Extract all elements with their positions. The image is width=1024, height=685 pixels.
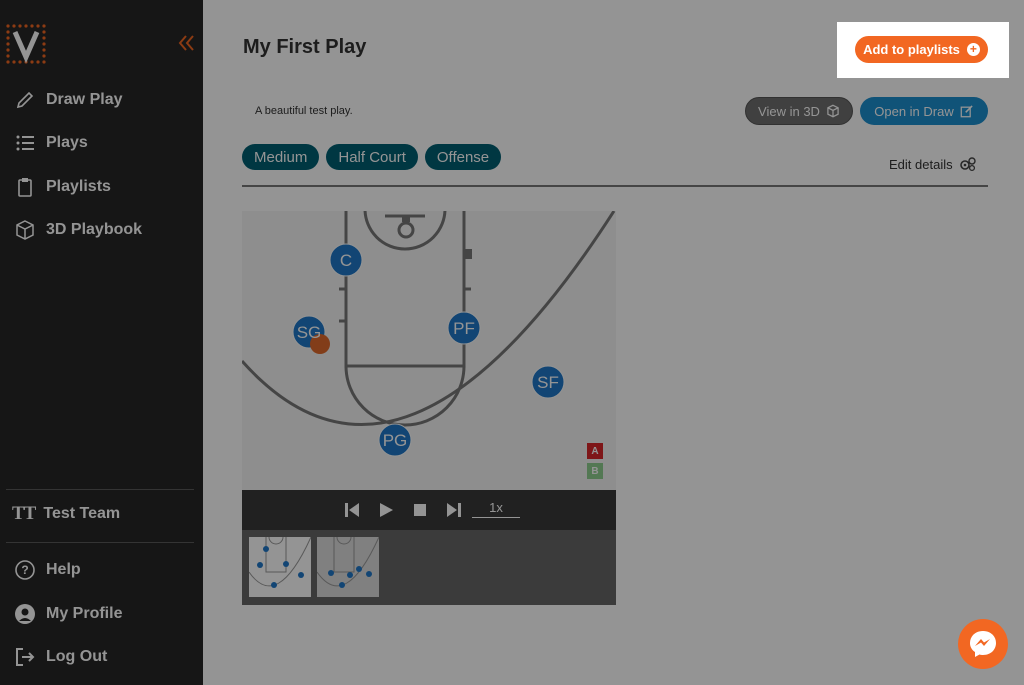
frame-preview bbox=[316, 535, 380, 588]
sidebar-divider bbox=[6, 489, 194, 490]
toggle-b[interactable]: B bbox=[587, 463, 603, 479]
team-switcher[interactable]: TT Test Team bbox=[12, 503, 120, 525]
edit-details-link[interactable]: Edit details bbox=[889, 156, 977, 172]
play-description: A beautiful test play. bbox=[255, 105, 353, 117]
team-initials: TT bbox=[12, 503, 36, 524]
playback-speed[interactable]: 1x bbox=[472, 500, 520, 518]
collapse-sidebar-icon[interactable] bbox=[176, 32, 198, 54]
player-label: SF bbox=[537, 373, 559, 392]
nav-plays[interactable]: Plays bbox=[14, 130, 88, 156]
player-label: PF bbox=[453, 319, 475, 338]
nav-3d-playbook-label: 3D Playbook bbox=[46, 221, 143, 238]
edit-icon bbox=[960, 105, 973, 118]
toggle-a[interactable]: A bbox=[587, 443, 603, 459]
nav-draw-play-label: Draw Play bbox=[46, 91, 123, 108]
tag-type: Offense bbox=[424, 144, 502, 170]
view-in-3d-label: View in 3D bbox=[758, 103, 820, 119]
stop-icon[interactable] bbox=[411, 501, 429, 519]
court-lines: C SG PF SF PG bbox=[242, 211, 616, 457]
svg-text:?: ? bbox=[21, 563, 28, 577]
add-to-playlists-label: Add to playlists bbox=[863, 42, 960, 57]
nav-playlists-label: Playlists bbox=[46, 178, 111, 195]
logout-icon bbox=[16, 648, 35, 666]
add-to-playlists-button[interactable]: Add to playlists + bbox=[855, 36, 988, 63]
list-icon bbox=[16, 135, 34, 151]
nav-log-out[interactable]: Log Out bbox=[14, 644, 107, 670]
frame-thumbnail[interactable] bbox=[248, 535, 312, 597]
frame-strip bbox=[242, 530, 616, 605]
nav-playlists[interactable]: Playlists bbox=[14, 174, 111, 200]
logo[interactable] bbox=[4, 22, 48, 66]
divider bbox=[242, 185, 988, 187]
main-content: My First Play A beautiful test play. Vie… bbox=[203, 0, 1024, 685]
edit-details-label: Edit details bbox=[889, 156, 953, 172]
gears-icon bbox=[959, 157, 976, 172]
player-label: SG bbox=[297, 323, 322, 342]
court-diagram: C SG PF SF PG A B bbox=[242, 211, 616, 490]
plus-icon: + bbox=[966, 43, 980, 56]
tag-court: Half Court bbox=[326, 144, 418, 170]
help-icon: ? bbox=[15, 560, 35, 580]
tag-list: Medium Half Court Offense bbox=[242, 144, 502, 170]
frame-thumbnail[interactable] bbox=[316, 535, 380, 597]
view-in-3d-button[interactable]: View in 3D bbox=[745, 97, 853, 125]
team-name: Test Team bbox=[43, 505, 121, 522]
player-tokens[interactable] bbox=[292, 243, 565, 457]
tag-difficulty: Medium bbox=[242, 144, 320, 170]
player-label: PG bbox=[383, 431, 408, 450]
nav-plays-label: Plays bbox=[46, 134, 88, 151]
messenger-icon bbox=[970, 631, 996, 657]
nav-3d-playbook[interactable]: 3D Playbook bbox=[14, 217, 142, 243]
nav-my-profile-label: My Profile bbox=[46, 605, 123, 622]
nav-help-label: Help bbox=[46, 561, 81, 578]
pencil-icon bbox=[16, 91, 34, 109]
skip-forward-icon[interactable] bbox=[445, 501, 463, 519]
playback-controls: 1x bbox=[242, 490, 616, 530]
play-icon[interactable] bbox=[377, 501, 395, 519]
page-title: My First Play bbox=[243, 36, 367, 58]
nav-my-profile[interactable]: My Profile bbox=[14, 601, 122, 627]
clipboard-icon bbox=[18, 178, 32, 197]
player-label: C bbox=[340, 251, 352, 270]
nav-draw-play[interactable]: Draw Play bbox=[14, 87, 122, 113]
sidebar-divider bbox=[6, 542, 194, 543]
cube-icon bbox=[827, 104, 839, 118]
sidebar: Draw Play Plays Playlists 3D Playbook TT… bbox=[0, 0, 203, 685]
skip-back-icon[interactable] bbox=[343, 501, 361, 519]
profile-icon bbox=[15, 604, 35, 624]
open-in-draw-label: Open in Draw bbox=[874, 103, 954, 119]
frame-preview bbox=[248, 535, 312, 588]
nav-log-out-label: Log Out bbox=[46, 648, 108, 665]
messenger-chat-button[interactable] bbox=[958, 619, 1008, 669]
open-in-draw-button[interactable]: Open in Draw bbox=[860, 97, 988, 125]
nav-help[interactable]: ? Help bbox=[14, 557, 81, 583]
cube-icon bbox=[16, 220, 34, 240]
